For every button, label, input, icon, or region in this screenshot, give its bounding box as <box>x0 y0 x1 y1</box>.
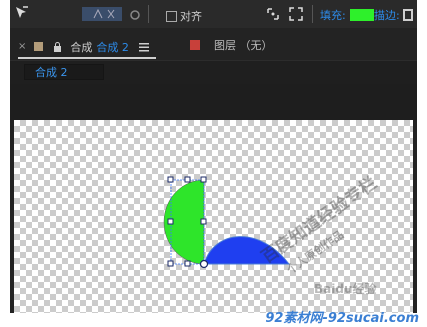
handle-top-mid <box>184 176 191 183</box>
align-checkbox-group[interactable]: 对齐 <box>166 8 202 24</box>
handle-top-left <box>167 176 174 183</box>
hand-tool-icon[interactable] <box>82 6 122 26</box>
handle-mid-right <box>200 218 207 225</box>
fill-label: 填充: <box>320 9 346 22</box>
anchor-point[interactable] <box>199 259 209 269</box>
composition-viewer[interactable]: 百度知道经验专栏 个人原创作品 Baidu经验 <box>14 120 413 313</box>
camera-tool-icon[interactable] <box>128 7 142 26</box>
stroke-label: 描边: <box>374 9 400 22</box>
panel-tabs: × 合成 合成 2 图层 （无） <box>10 28 417 60</box>
snap-icon[interactable] <box>265 6 281 26</box>
comp-tab-name: 合成 2 <box>96 40 129 54</box>
tab-layer[interactable]: 图层 （无） <box>190 37 273 53</box>
layer-color-label <box>190 40 200 50</box>
handle-bottom-mid <box>184 260 191 267</box>
watermark-baidu: Baidu经验 <box>314 282 377 296</box>
selection-tool-icon[interactable] <box>14 5 30 25</box>
handle-bottom-left <box>167 260 174 267</box>
comp-navigator: 合成 2 <box>10 60 417 85</box>
handle-mid-left <box>167 218 174 225</box>
stroke-color-swatch[interactable] <box>402 9 413 21</box>
after-effects-window: 对齐 填充: 描边: × 合成 合成 2 图层 （无） 合成 2 百度知道经验专… <box>10 0 417 313</box>
expand-icon[interactable] <box>288 6 304 26</box>
fill-control[interactable]: 填充: <box>320 7 374 23</box>
stroke-control[interactable]: 描边: <box>374 7 413 23</box>
fill-color-swatch[interactable] <box>349 9 374 21</box>
active-tab-indicator <box>18 57 156 59</box>
site-watermark: 92素材网-92sucai.com <box>265 311 419 326</box>
divider-icon <box>148 5 150 27</box>
viewer-header <box>10 84 417 120</box>
comp-color-label <box>34 42 44 51</box>
align-checkbox[interactable] <box>166 10 177 22</box>
comp-breadcrumb[interactable]: 合成 2 <box>24 64 104 80</box>
comp-tab-prefix: 合成 <box>70 40 93 54</box>
tab-close-icon[interactable]: × <box>18 41 26 52</box>
tab-composition[interactable]: × 合成 合成 2 <box>18 37 149 56</box>
layer-tab-label: 图层 （无） <box>214 39 273 52</box>
handle-top-right <box>200 176 207 183</box>
panel-menu-icon[interactable] <box>138 37 149 56</box>
divider-icon-2 <box>312 5 314 27</box>
align-label: 对齐 <box>180 10 202 23</box>
tools-toolbar: 对齐 填充: 描边: <box>10 0 417 29</box>
lock-icon[interactable] <box>53 37 62 56</box>
